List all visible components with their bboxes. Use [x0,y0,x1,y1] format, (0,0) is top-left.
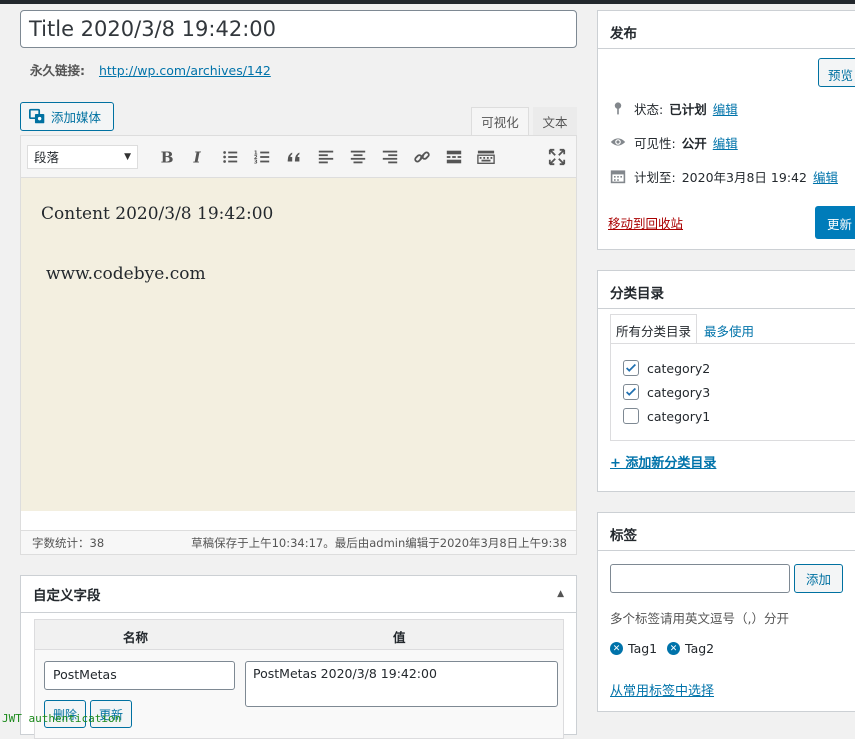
status-row: 状态: 已计划 编辑 [608,98,738,118]
list-item[interactable]: category3 [623,384,710,400]
preview-button[interactable]: 预览 [818,58,855,87]
update-button[interactable]: 更新 [815,206,855,239]
meta-key-input[interactable]: PostMetas [44,661,235,690]
publish-title: 发布 [598,11,855,49]
tab-all-categories[interactable]: 所有分类目录 [610,314,698,344]
bullet-list-icon[interactable] [214,143,246,171]
tag-input[interactable] [610,564,790,593]
permalink-label: 永久链接: [30,63,85,78]
add-media-button[interactable]: 添加媒体 [20,102,114,131]
eye-icon [608,132,628,152]
editor-content[interactable]: Content 2020/3/8 19:42:00 www.codebye.co… [21,178,576,511]
editor-toolbar: 段落 ▼ B I 123 [21,136,576,178]
custom-fields-header[interactable]: 自定义字段 ▲ [21,576,576,613]
align-center-icon[interactable] [342,143,374,171]
format-select-value: 段落 [34,150,60,165]
toolbar-toggle-icon[interactable] [470,143,502,171]
list-item[interactable]: category2 [623,360,710,376]
debug-text: JWT authentication [2,712,122,725]
meta-value-textarea[interactable]: PostMetas 2020/3/8 19:42:00 [245,661,558,707]
schedule-value: 2020年3月8日 19:42 [681,169,807,185]
fullscreen-icon[interactable] [548,148,566,166]
tab-text[interactable]: 文本 [533,107,577,135]
tag-hint: 多个标签请用英文逗号（,）分开 [610,611,789,626]
media-icon [29,108,46,125]
column-name-header: 名称 [123,630,149,645]
status-value: 已计划 [669,101,707,117]
read-more-icon[interactable] [438,143,470,171]
category-label: category3 [647,384,711,400]
choose-tags-link[interactable]: 从常用标签中选择 [610,680,714,699]
content-paragraph: www.codebye.com [46,264,206,284]
tag-label: Tag2 [685,641,715,656]
status-label: 状态: [634,101,664,117]
custom-fields-box: 自定义字段 ▲ 名称 值 PostMetas PostMetas 2020/3/… [20,575,577,739]
list-item[interactable]: category1 [623,408,710,424]
tab-visual[interactable]: 可视化 [471,107,529,135]
permalink-link[interactable]: http://wp.com/archives/142 [99,63,271,78]
admin-top-bar [0,0,855,4]
publish-box: 发布 预览 状态: 已计划 编辑 可见性: 公开 编辑 计划至: 2020年3月… [597,10,855,250]
word-count: 字数统计：38 [32,535,105,550]
content-paragraph: Content 2020/3/8 19:42:00 [41,204,274,224]
permalink: 永久链接: http://wp.com/archives/142 [30,60,271,79]
category-checkbox[interactable] [623,384,639,400]
bold-icon[interactable]: B [150,143,182,171]
schedule-label: 计划至: [634,169,676,185]
quote-icon[interactable] [278,143,310,171]
check-icon [626,363,636,372]
tags-title: 标签 [598,513,855,551]
tag-label: Tag1 [628,641,658,656]
autosave-status: 草稿保存于上午10:34:17。最后由admin编辑于2020年3月8日上午9:… [191,535,567,550]
add-tag-button[interactable]: 添加 [794,564,843,593]
calendar-icon [608,166,628,186]
numbered-list-icon[interactable]: 123 [246,143,278,171]
edit-visibility-link[interactable]: 编辑 [713,133,738,152]
check-icon [626,387,636,396]
editor: 段落 ▼ B I 123 Content 2020/3/8 19:42:00 w… [20,135,577,555]
edit-schedule-link[interactable]: 编辑 [813,167,838,186]
svg-text:B: B [161,148,174,166]
tag-item: ✕ Tag1 [610,641,657,656]
svg-text:3: 3 [254,159,258,165]
move-to-trash-link[interactable]: 移动到回收站 [608,213,683,232]
table-header: 名称 值 [35,620,563,650]
tags-box: 标签 添加 多个标签请用英文逗号（,）分开 ✕ Tag1 ✕ Tag2 从常用标… [597,512,855,712]
category-checkbox[interactable] [623,408,639,424]
visibility-value: 公开 [681,135,707,151]
visibility-label: 可见性: [634,135,676,151]
italic-icon[interactable]: I [182,143,214,171]
chevron-down-icon: ▼ [124,151,131,162]
align-left-icon[interactable] [310,143,342,171]
remove-tag-icon[interactable]: ✕ [667,642,680,655]
editor-status-bar: 字数统计：38 草稿保存于上午10:34:17。最后由admin编辑于2020年… [21,530,576,554]
visibility-row: 可见性: 公开 编辑 [608,132,738,152]
pin-icon [608,98,628,118]
svg-text:I: I [193,148,202,166]
add-new-category-link[interactable]: + 添加新分类目录 [610,452,716,471]
category-label: category2 [647,360,711,376]
schedule-row: 计划至: 2020年3月8日 19:42 编辑 [608,166,838,186]
format-select[interactable]: 段落 ▼ [27,144,138,169]
category-checkbox[interactable] [623,360,639,376]
post-title-input[interactable]: Title 2020/3/8 19:42:00 [20,10,577,48]
add-media-label: 添加媒体 [51,110,102,125]
collapse-arrow-icon[interactable]: ▲ [557,589,564,599]
column-value-header: 值 [393,630,406,645]
category-list: category2 category3 category1 [610,343,855,441]
categories-title: 分类目录 [598,271,855,309]
custom-fields-title: 自定义字段 [33,588,101,604]
categories-box: 分类目录 所有分类目录 最多使用 category2 category3 cat… [597,270,855,492]
link-icon[interactable] [406,143,438,171]
tag-item: ✕ Tag2 [667,641,714,656]
remove-tag-icon[interactable]: ✕ [610,642,623,655]
category-label: category1 [647,408,711,424]
align-right-icon[interactable] [374,143,406,171]
edit-status-link[interactable]: 编辑 [713,99,738,118]
